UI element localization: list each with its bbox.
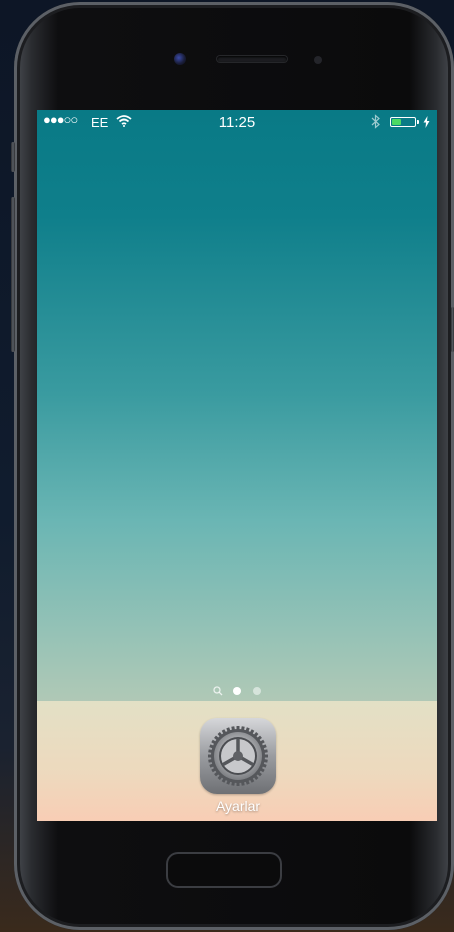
dock: Ayarlar [37, 701, 437, 821]
app-label: Ayarlar [215, 798, 261, 814]
mute-switch [11, 142, 15, 172]
page-dot[interactable] [253, 687, 261, 695]
earpiece-speaker [217, 56, 287, 62]
page-indicator[interactable] [37, 685, 437, 697]
proximity-sensor [314, 56, 322, 64]
bluetooth-icon [371, 114, 380, 129]
settings-gear-icon[interactable] [200, 718, 276, 794]
charging-bolt-icon [423, 116, 430, 128]
volume-up-button [11, 197, 15, 352]
app-settings[interactable]: Ayarlar [198, 718, 278, 814]
search-icon[interactable] [213, 686, 223, 696]
battery-tip [417, 120, 419, 124]
page-dot-current[interactable] [233, 687, 241, 695]
battery-level [392, 119, 401, 125]
home-screen: ●●●○○ EE 11:25 Ayarlar [37, 110, 437, 821]
home-button[interactable] [166, 852, 282, 888]
battery-icon [390, 117, 416, 127]
status-bar: ●●●○○ EE 11:25 [37, 110, 437, 134]
front-camera [174, 53, 186, 65]
